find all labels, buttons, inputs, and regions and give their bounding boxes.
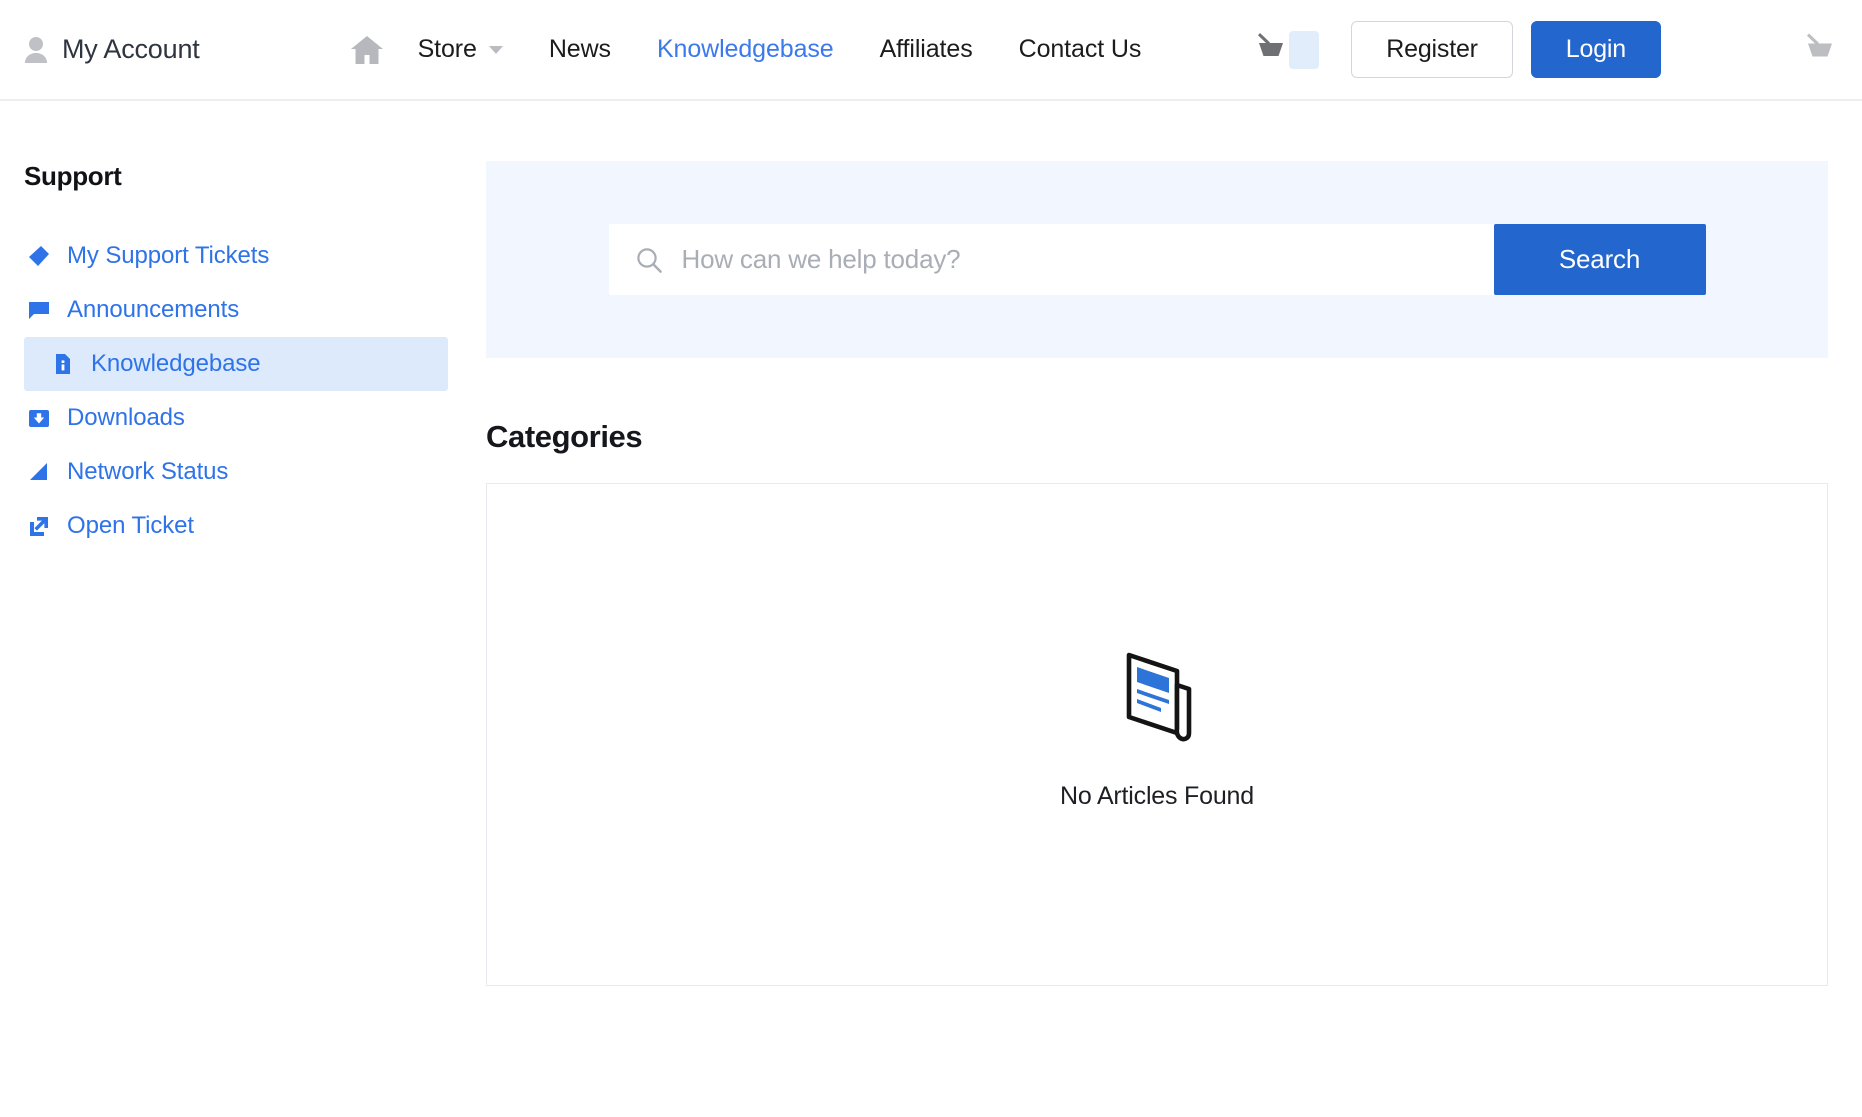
login-button[interactable]: Login	[1530, 21, 1661, 78]
top-header: My Account Store News Knowledgebase Affi…	[0, 0, 1862, 101]
register-button[interactable]: Register	[1351, 21, 1513, 78]
external-link-icon	[28, 515, 50, 537]
cart-button[interactable]	[1253, 30, 1320, 69]
search-field-wrapper[interactable]	[608, 224, 1494, 295]
search-row: Search	[608, 224, 1706, 295]
nav-item-store[interactable]: Store	[418, 35, 503, 64]
my-account-label: My Account	[62, 34, 200, 64]
sidebar-item-my-support-tickets[interactable]: My Support Tickets	[24, 229, 486, 283]
search-input[interactable]	[681, 244, 1494, 275]
sidebar-label-open-ticket: Open Ticket	[67, 512, 194, 539]
nav-item-contact-us[interactable]: Contact Us	[1019, 35, 1142, 64]
sidebar-item-announcements[interactable]: Announcements	[24, 283, 486, 337]
nav-item-knowledgebase[interactable]: Knowledgebase	[657, 35, 834, 64]
sidebar-label-network-status: Network Status	[67, 458, 229, 485]
home-icon[interactable]	[350, 35, 384, 65]
search-icon	[635, 246, 663, 274]
nav-link-affiliates[interactable]: Affiliates	[880, 35, 973, 64]
sidebar-item-network-status[interactable]: Network Status	[24, 445, 486, 499]
sidebar-title: Support	[24, 161, 122, 191]
nav-item-news[interactable]: News	[549, 35, 611, 64]
file-info-icon	[52, 353, 74, 375]
user-icon	[24, 36, 48, 64]
tag-icon	[28, 245, 50, 267]
page-title: Categories	[486, 419, 643, 454]
page-body: Support My Support Tickets Announcements	[0, 101, 1862, 986]
primary-navigation: Store News Knowledgebase Affiliates Cont…	[350, 35, 1142, 65]
shopping-basket-icon[interactable]	[1802, 30, 1838, 69]
sidebar-label-knowledgebase: Knowledgebase	[91, 350, 261, 377]
chevron-down-icon[interactable]	[488, 45, 503, 54]
sidebar-label-my-support-tickets: My Support Tickets	[67, 242, 270, 269]
sidebar-label-downloads: Downloads	[67, 404, 185, 431]
search-button[interactable]: Search	[1493, 224, 1706, 295]
support-sidebar: Support My Support Tickets Announcements	[0, 161, 486, 986]
signal-icon	[28, 461, 50, 483]
sidebar-item-knowledgebase[interactable]: Knowledgebase	[24, 337, 448, 391]
knowledgebase-search-panel: Search	[486, 161, 1828, 358]
sidebar-item-open-ticket[interactable]: Open Ticket	[24, 499, 486, 553]
speech-bubble-icon	[28, 299, 50, 321]
sidebar-label-announcements: Announcements	[67, 296, 240, 323]
main-content: Search Categories	[486, 161, 1862, 986]
nav-link-contact-us[interactable]: Contact Us	[1019, 35, 1142, 64]
shopping-basket-icon[interactable]	[1253, 30, 1289, 69]
my-account-link[interactable]: My Account	[24, 34, 200, 65]
nav-link-news[interactable]: News	[549, 35, 611, 64]
categories-container: No Articles Found	[486, 483, 1828, 986]
cart-count-badge	[1289, 30, 1320, 69]
article-document-icon	[1109, 641, 1205, 750]
download-icon	[28, 407, 50, 429]
nav-link-store[interactable]: Store	[418, 35, 477, 64]
nav-link-knowledgebase[interactable]: Knowledgebase	[657, 35, 834, 64]
sidebar-nav: My Support Tickets Announcements Knowled…	[24, 229, 486, 553]
sidebar-item-downloads[interactable]: Downloads	[24, 391, 486, 445]
empty-state-message: No Articles Found	[1060, 781, 1254, 810]
secondary-cart-button[interactable]	[1802, 30, 1838, 69]
nav-item-affiliates[interactable]: Affiliates	[880, 35, 973, 64]
empty-state: No Articles Found	[1060, 641, 1254, 811]
header-actions: Register Login	[1253, 21, 1661, 78]
